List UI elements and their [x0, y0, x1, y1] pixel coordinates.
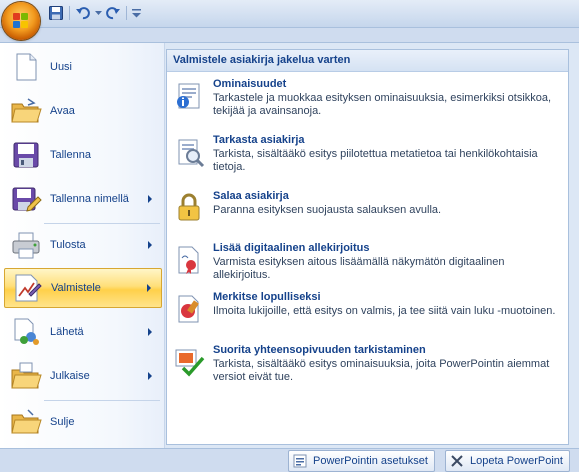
- encrypt-lock-icon: [173, 192, 205, 224]
- menu-item-label: Julkaise: [50, 370, 90, 382]
- menu-divider: [44, 400, 160, 401]
- office-button[interactable]: [2, 2, 40, 40]
- menu-item-label: Tallenna nimellä: [50, 193, 129, 205]
- submenu-item-description: Tarkastele ja muokkaa esityksen ominaisu…: [213, 92, 552, 117]
- left-menu: Uusi Avaa Tallenna Tallenna nimellä Tulo…: [0, 43, 165, 451]
- prepare-icon: [11, 272, 43, 304]
- exit-button-label: Lopeta PowerPoint: [470, 455, 563, 467]
- menu-item-open[interactable]: Avaa: [4, 91, 162, 131]
- submenu-item-title: Lisää digitaalinen allekirjoitus: [213, 242, 370, 254]
- undo-icon[interactable]: [73, 4, 93, 22]
- menu-item-label: Valmistele: [51, 282, 101, 294]
- submenu-item-title: Tarkasta asiakirja: [213, 134, 305, 146]
- publish-icon: [10, 360, 42, 392]
- submenu-item-title: Salaa asiakirja: [213, 190, 289, 202]
- submenu-item-description: Paranna esityksen suojausta salauksen av…: [213, 204, 442, 216]
- submenu-item-description: Tarkista, sisältääkö esitys ominaisuuksi…: [213, 358, 550, 383]
- customize-icon[interactable]: [130, 4, 142, 22]
- save-icon[interactable]: [46, 4, 66, 22]
- open-folder-icon: [10, 95, 42, 127]
- menu-item-label: Lähetä: [50, 326, 84, 338]
- office-logo-icon: [13, 13, 29, 29]
- digital-signature-icon: [173, 244, 205, 276]
- menu-item-label: Sulje: [50, 416, 75, 428]
- menu-item-save[interactable]: Tallenna: [4, 135, 162, 175]
- toolbar-separator: [126, 6, 127, 20]
- menu-divider: [44, 223, 160, 224]
- submenu-item-description: Tarkista, sisältääkö esitys piilotettua …: [213, 148, 538, 173]
- save-as-icon: [10, 183, 42, 215]
- menu-item-send[interactable]: Lähetä: [4, 312, 162, 352]
- submenu-item-inspect[interactable]: Tarkasta asiakirja Tarkista, sisältääkö …: [171, 134, 565, 174]
- submenu-item-description: Varmista esityksen aitous lisäämällä näk…: [213, 256, 505, 281]
- options-icon: [293, 454, 307, 468]
- save-disk-icon: [10, 139, 42, 171]
- title-bar: [0, 0, 579, 28]
- submenu-arrow-icon: [148, 328, 152, 336]
- submenu-item-digital-signature[interactable]: Lisää digitaalinen allekirjoitus Varmist…: [171, 242, 565, 282]
- prepare-submenu: Valmistele asiakirja jakelua varten Omin…: [166, 49, 569, 445]
- send-icon: [10, 316, 42, 348]
- printer-icon: [10, 229, 42, 261]
- menu-item-label: Uusi: [50, 61, 73, 73]
- exit-icon: [450, 454, 464, 468]
- quick-access-toolbar: [46, 4, 142, 22]
- submenu-header: Valmistele asiakirja jakelua varten: [167, 50, 568, 72]
- compatibility-check-icon: [173, 346, 205, 378]
- submenu-arrow-icon: [148, 195, 152, 203]
- undo-dropdown-icon[interactable]: [93, 4, 103, 22]
- menu-item-publish[interactable]: Julkaise: [4, 356, 162, 396]
- new-document-icon: [10, 51, 42, 83]
- office-menu: Uusi Avaa Tallenna Tallenna nimellä Tulo…: [0, 42, 579, 451]
- close-document-icon: [10, 406, 42, 438]
- submenu-arrow-icon: [147, 284, 151, 292]
- menu-item-label: Tulosta: [50, 239, 86, 251]
- submenu-item-title: Merkitse lopulliseksi: [213, 291, 321, 303]
- submenu-arrow-icon: [148, 372, 152, 380]
- menu-item-prepare[interactable]: Valmistele: [4, 268, 162, 308]
- redo-icon[interactable]: [103, 4, 123, 22]
- toolbar-separator: [69, 6, 70, 20]
- inspect-document-icon: [173, 136, 205, 168]
- mark-final-icon: [173, 293, 205, 325]
- submenu-item-compatibility[interactable]: Suorita yhteensopivuuden tarkistaminen T…: [171, 344, 565, 384]
- menu-item-new[interactable]: Uusi: [4, 47, 162, 87]
- submenu-arrow-icon: [148, 241, 152, 249]
- submenu-item-description: Ilmoita lukijoille, että esitys on valmi…: [213, 305, 556, 317]
- menu-footer: PowerPointin asetukset Lopeta PowerPoint: [0, 448, 579, 472]
- properties-icon: [173, 80, 205, 112]
- submenu-item-mark-final[interactable]: Merkitse lopulliseksi Ilmoita lukijoille…: [171, 291, 565, 325]
- submenu-item-title: Ominaisuudet: [213, 78, 287, 90]
- menu-item-print[interactable]: Tulosta: [4, 225, 162, 265]
- submenu-item-properties[interactable]: Ominaisuudet Tarkastele ja muokkaa esity…: [171, 78, 565, 118]
- submenu-item-encrypt[interactable]: Salaa asiakirja Paranna esityksen suojau…: [171, 190, 565, 224]
- menu-item-label: Avaa: [50, 105, 75, 117]
- options-button[interactable]: PowerPointin asetukset: [288, 450, 435, 472]
- menu-item-close[interactable]: Sulje: [4, 402, 162, 442]
- menu-item-label: Tallenna: [50, 149, 91, 161]
- options-button-label: PowerPointin asetukset: [313, 455, 428, 467]
- submenu-item-title: Suorita yhteensopivuuden tarkistaminen: [213, 344, 426, 356]
- exit-button[interactable]: Lopeta PowerPoint: [445, 450, 570, 472]
- menu-item-save-as[interactable]: Tallenna nimellä: [4, 179, 162, 219]
